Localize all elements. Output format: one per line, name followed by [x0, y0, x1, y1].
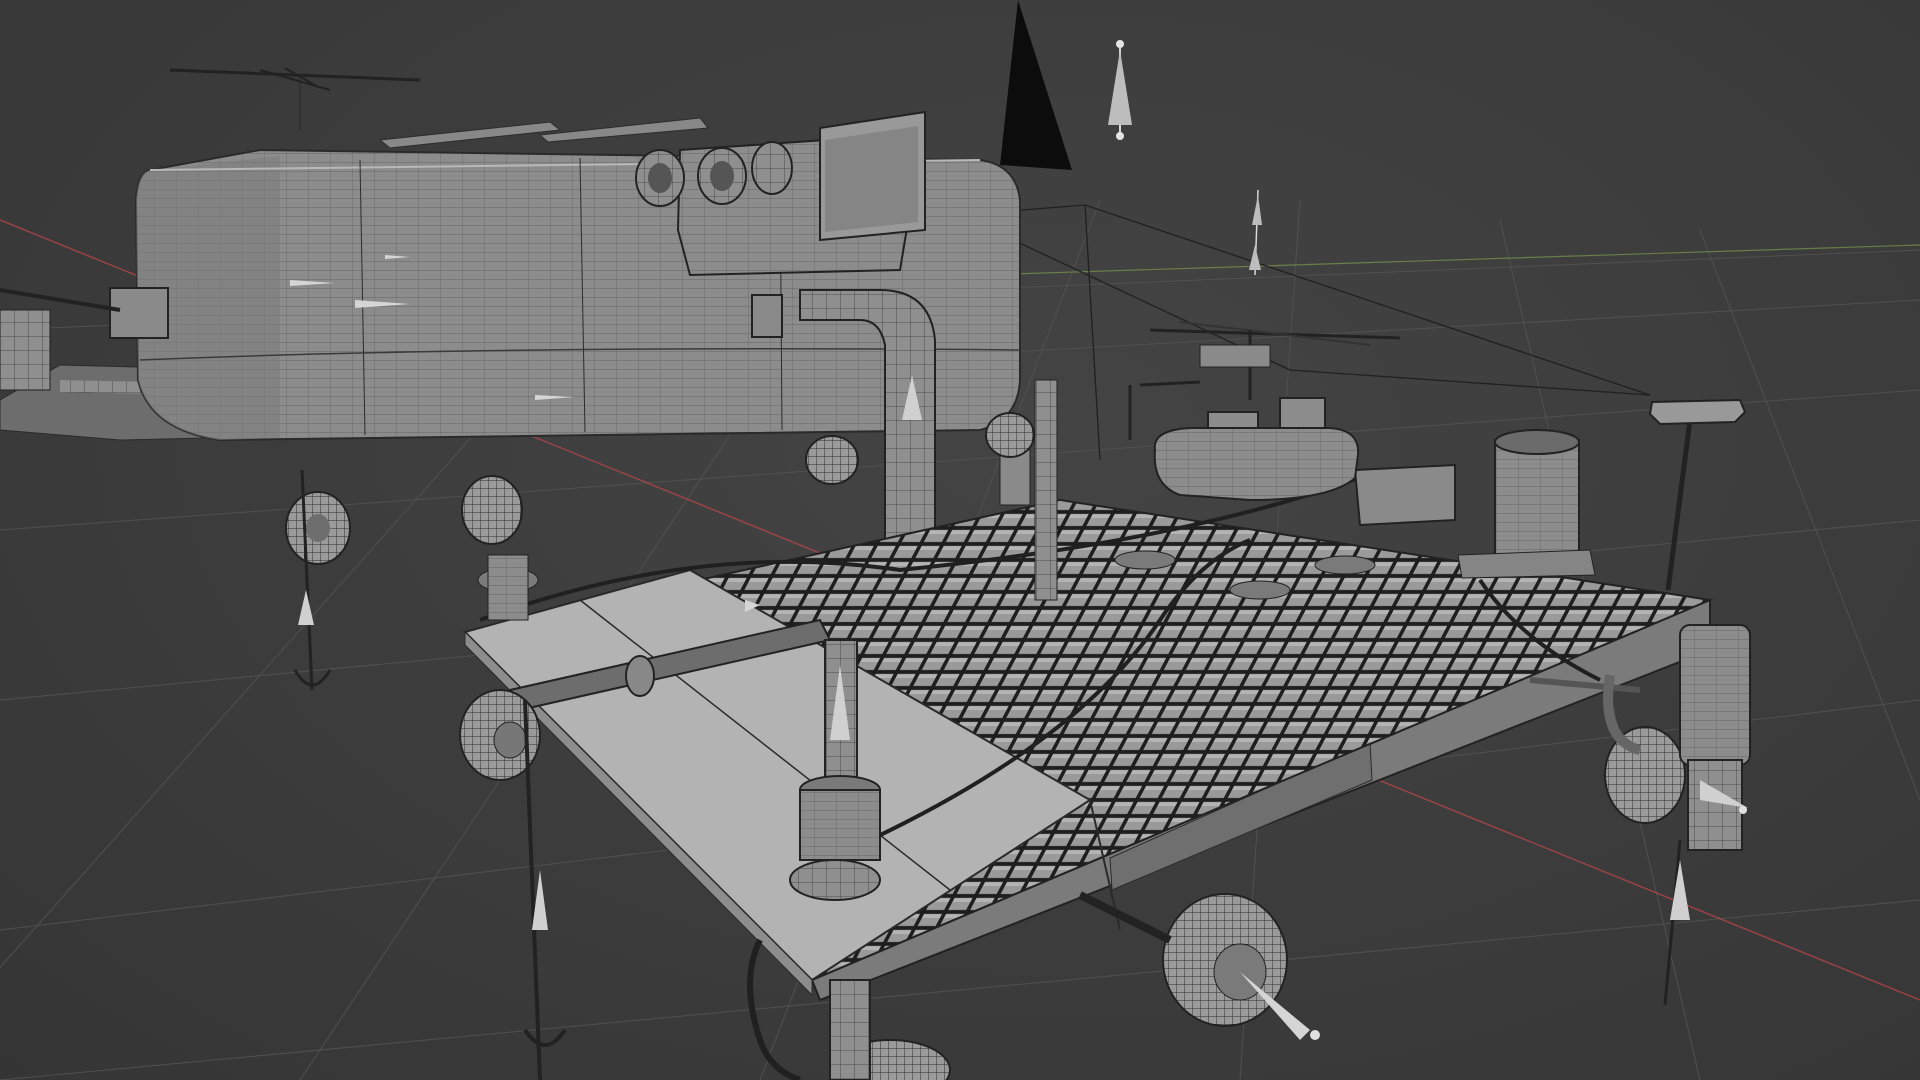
- 3d-viewport[interactable]: [0, 0, 1920, 1080]
- wheel-tank-mid[interactable]: [461, 475, 539, 621]
- light-gizmo-top[interactable]: [1108, 40, 1132, 140]
- wheel-front-mid[interactable]: [1078, 891, 1320, 1040]
- wheel-rear-right[interactable]: [1529, 624, 1751, 1006]
- wheel-front-left[interactable]: [459, 689, 567, 1080]
- light-gizmo-mid[interactable]: [1249, 189, 1262, 276]
- wheel-tank-rear[interactable]: [285, 469, 351, 691]
- wheel-front-bottom[interactable]: [829, 979, 951, 1080]
- camera-object[interactable]: [1000, 0, 1072, 170]
- scene-canvas[interactable]: [0, 0, 1920, 1080]
- y-axis-line: [979, 244, 1920, 276]
- lens-right: [751, 141, 793, 195]
